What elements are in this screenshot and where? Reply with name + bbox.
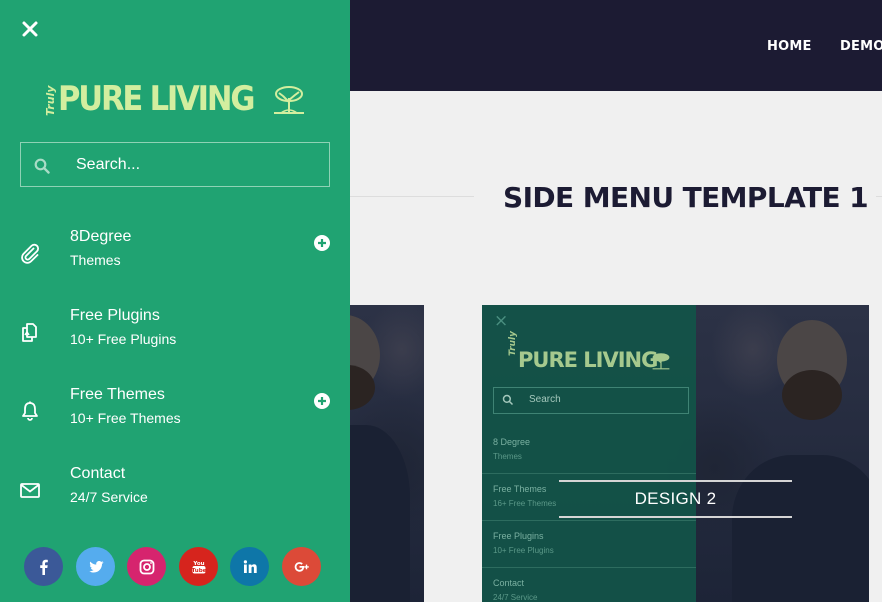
mini-search-box: Search bbox=[493, 387, 689, 414]
menu-item-subtitle: 24/7 Service bbox=[70, 489, 148, 505]
menu-item-contact[interactable]: Contact 24/7 Service bbox=[0, 461, 350, 527]
mini-menu-item: Free Plugins 10+ Free Plugins bbox=[482, 521, 696, 568]
plus-circle-icon[interactable] bbox=[314, 393, 330, 409]
heading-divider-right bbox=[876, 196, 882, 197]
menu-item-title: Free Themes bbox=[70, 386, 165, 403]
search-input[interactable] bbox=[76, 143, 326, 186]
paperclip-icon bbox=[21, 243, 40, 264]
menu-item-subtitle: 10+ Free Themes bbox=[70, 410, 181, 426]
linkedin-icon bbox=[243, 559, 257, 573]
google-plus-icon bbox=[294, 561, 309, 572]
site-logo[interactable]: Truly PURE LIVING bbox=[44, 79, 309, 119]
plus-circle-icon[interactable] bbox=[314, 235, 330, 251]
mini-menu-item: Contact 24/7 Service bbox=[482, 568, 696, 602]
mini-logo-text: PURE LIVING bbox=[518, 348, 658, 372]
mini-item-sub: Themes bbox=[493, 452, 522, 461]
linkedin-button[interactable] bbox=[230, 547, 269, 586]
template-thumbnail-1[interactable] bbox=[350, 305, 424, 602]
instagram-icon bbox=[139, 559, 154, 574]
template-thumbnail-2[interactable]: × Truly PURE LIVING Search 8 Degree Them… bbox=[482, 305, 869, 602]
menu-item-title: Contact bbox=[70, 465, 126, 482]
mini-item-title: Free Themes bbox=[493, 484, 547, 494]
close-icon[interactable] bbox=[21, 20, 39, 38]
thumbnail-photo bbox=[350, 305, 424, 602]
mini-item-sub: 16+ Free Themes bbox=[493, 499, 557, 508]
svg-text:Tube: Tube bbox=[191, 568, 206, 574]
logo-text: PURE LIVING bbox=[58, 79, 255, 119]
heading-divider-left bbox=[350, 196, 474, 197]
menu-item-free-themes[interactable]: Free Themes 10+ Free Themes bbox=[0, 382, 350, 448]
search-box bbox=[20, 142, 330, 187]
instagram-button[interactable] bbox=[127, 547, 166, 586]
menu-item-8degree[interactable]: 8Degree Themes bbox=[0, 224, 350, 290]
bell-icon bbox=[22, 401, 38, 421]
mini-item-title: Contact bbox=[493, 578, 525, 588]
copy-icon bbox=[22, 323, 37, 342]
mini-close-icon: × bbox=[494, 311, 509, 331]
logo-truly-text: Truly bbox=[44, 85, 57, 117]
tree-icon bbox=[274, 86, 304, 114]
envelope-icon bbox=[20, 483, 40, 498]
nav-demo-link[interactable]: DEMO bbox=[840, 39, 882, 54]
menu-item-title: 8Degree bbox=[70, 228, 132, 245]
mini-item-sub: 10+ Free Plugins bbox=[493, 546, 554, 555]
search-icon bbox=[34, 158, 50, 174]
youtube-icon: You Tube bbox=[191, 561, 206, 574]
youtube-button[interactable]: You Tube bbox=[179, 547, 218, 586]
menu-item-free-plugins[interactable]: Free Plugins 10+ Free Plugins bbox=[0, 303, 350, 369]
mini-search-placeholder: Search bbox=[529, 394, 561, 405]
menu-item-subtitle: Themes bbox=[70, 252, 121, 268]
mini-item-title: Free Plugins bbox=[493, 531, 544, 541]
mini-side-menu-preview: × Truly PURE LIVING Search 8 Degree Them… bbox=[482, 305, 696, 602]
mini-menu-item: 8 Degree Themes bbox=[482, 427, 696, 474]
nav-home-link[interactable]: HOME bbox=[767, 39, 812, 54]
mini-search-icon bbox=[502, 394, 514, 406]
mini-logo-truly: Truly bbox=[508, 331, 518, 356]
mini-item-title: 8 Degree bbox=[493, 437, 531, 447]
facebook-button[interactable] bbox=[24, 547, 63, 586]
page-heading: SIDE MENU TEMPLATE 1 bbox=[503, 181, 869, 214]
twitter-button[interactable] bbox=[76, 547, 115, 586]
side-menu: Truly PURE LIVING 8Degree Themes bbox=[0, 0, 350, 602]
twitter-icon bbox=[88, 560, 103, 572]
mini-tree-icon bbox=[652, 353, 670, 370]
menu-item-title: Free Plugins bbox=[70, 307, 160, 324]
menu-item-subtitle: 10+ Free Plugins bbox=[70, 331, 177, 347]
mini-item-sub: 24/7 Service bbox=[493, 593, 538, 602]
google-plus-button[interactable] bbox=[282, 547, 321, 586]
facebook-icon bbox=[39, 559, 48, 575]
design-2-label[interactable]: DESIGN 2 bbox=[559, 480, 792, 518]
